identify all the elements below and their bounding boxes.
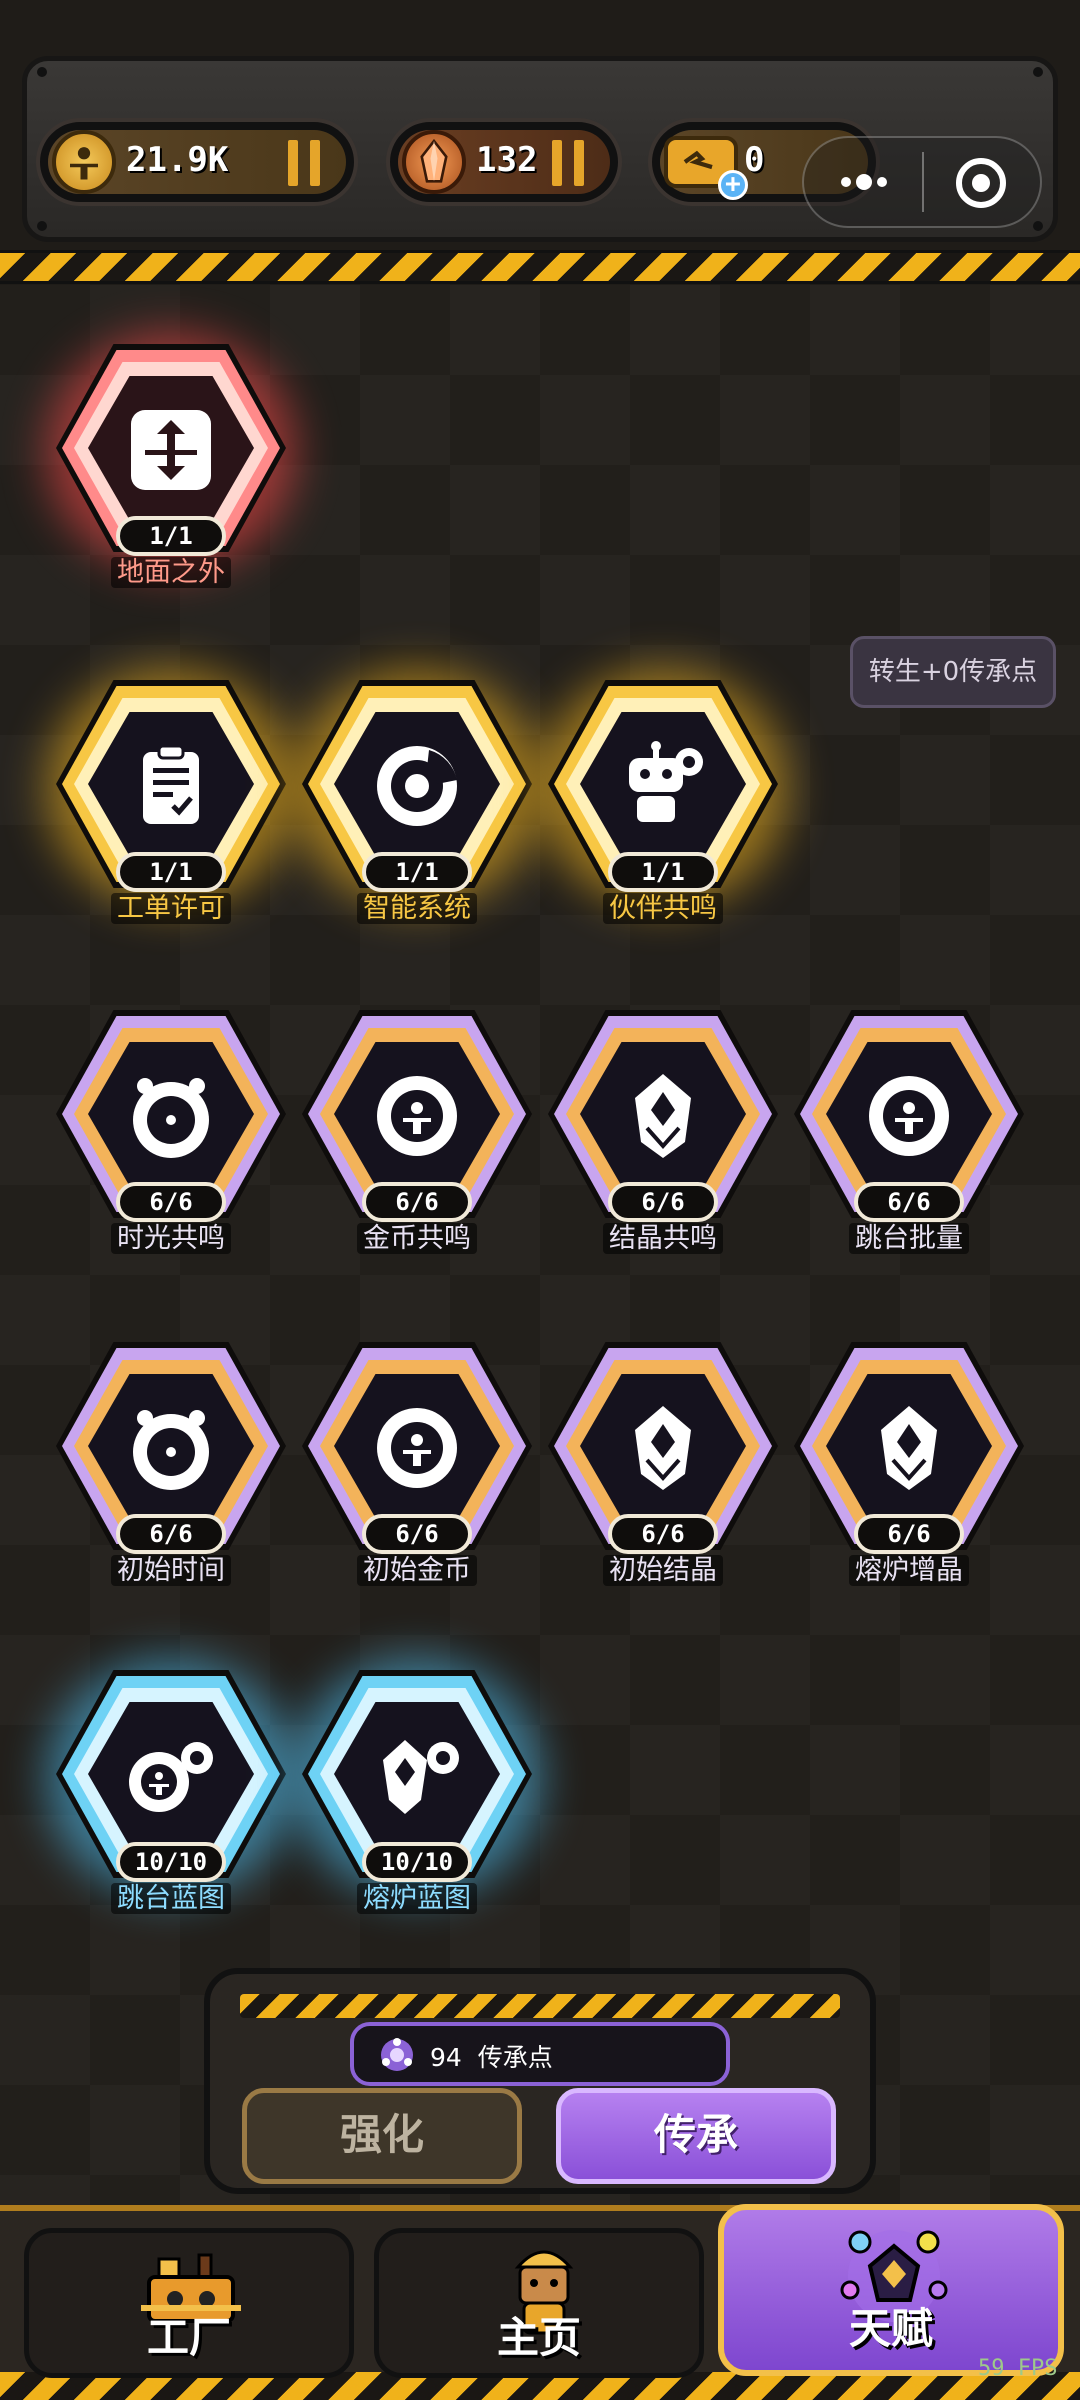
talent-name: 跳台蓝图 [111, 1883, 231, 1914]
talent-name: 地面之外 [111, 557, 231, 588]
nav-home-button[interactable]: 主页 [374, 2228, 704, 2378]
talent-level: 1/1 [116, 516, 226, 556]
talent-level: 6/6 [608, 1514, 718, 1554]
tab-strengthen[interactable]: 强化 [242, 2088, 522, 2184]
crystal-counter[interactable]: 132 [386, 118, 622, 206]
talent-name: 工单许可 [111, 893, 231, 924]
talent-name: 结晶共鸣 [603, 1223, 723, 1254]
talent-node[interactable]: 6/6 跳台批量 [784, 1010, 1034, 1286]
talent-name: 初始结晶 [603, 1555, 723, 1586]
talent-name: 熔炉增晶 [849, 1555, 969, 1586]
talent-node[interactable]: 1/1 智能系统 [292, 668, 542, 956]
talent-node[interactable]: 1/1 工单许可 [46, 668, 296, 956]
smart-ring-icon [371, 740, 463, 832]
talent-name: 金币共鸣 [357, 1223, 477, 1254]
talent-level: 1/1 [608, 852, 718, 892]
crystal-gear-icon [371, 1730, 463, 1822]
tab-inherit[interactable]: 传承 [556, 2088, 836, 2184]
crystal-shield-icon [617, 1402, 709, 1494]
talent-level: 1/1 [116, 852, 226, 892]
nav-talent-button[interactable]: 天赋 [718, 2204, 1064, 2376]
coin-counter[interactable]: 21.9K [36, 118, 358, 206]
talent-level: 6/6 [608, 1182, 718, 1222]
clock-eye-icon [125, 1402, 217, 1494]
nav-home-label: 主页 [496, 2313, 581, 2362]
hazard-stripe-top [0, 250, 1080, 284]
talent-level: 6/6 [362, 1182, 472, 1222]
talent-name: 初始时间 [111, 1555, 231, 1586]
legacy-points-display: 94 传承点 [350, 2022, 730, 2086]
crystal-icon [402, 130, 466, 194]
nav-factory-button[interactable]: 工厂 [24, 2228, 354, 2378]
nav-factory-label: 工厂 [146, 2313, 231, 2362]
talent-level: 6/6 [854, 1182, 964, 1222]
talent-node[interactable]: 6/6 熔炉增晶 [784, 1342, 1034, 1618]
talent-level: 6/6 [116, 1182, 226, 1222]
talent-node[interactable]: 6/6 结晶共鸣 [538, 1010, 788, 1286]
talent-level: 10/10 [116, 1842, 226, 1882]
clipboard-icon [125, 740, 217, 832]
talent-node[interactable]: 10/10 熔炉蓝图 [292, 1658, 542, 1946]
talent-level: 1/1 [362, 852, 472, 892]
coin-value: 21.9K [126, 140, 229, 180]
legacy-orb-icon [378, 2036, 416, 2074]
talent-level: 10/10 [362, 1842, 472, 1882]
talent-node[interactable]: 10/10 跳台蓝图 [46, 1658, 296, 1946]
talent-name: 时光共鸣 [111, 1223, 231, 1254]
crystal-shield-icon [617, 1070, 709, 1162]
rebirth-bonus-label: 转生+0传承点 [850, 636, 1056, 708]
ticket-value: 0 [744, 140, 765, 180]
talent-name: 智能系统 [357, 893, 477, 924]
talent-node[interactable]: 1/1 地面之外 [46, 332, 296, 620]
talent-node[interactable]: 1/1 伙伴共鸣 [538, 668, 788, 956]
talent-level: 6/6 [854, 1514, 964, 1554]
talent-name: 熔炉蓝图 [357, 1883, 477, 1914]
target-circle-icon[interactable] [954, 156, 1008, 210]
crystal-value: 132 [476, 140, 538, 180]
talent-node[interactable]: 6/6 初始结晶 [538, 1342, 788, 1618]
talent-node[interactable]: 6/6 时光共鸣 [46, 1010, 296, 1286]
clock-eye-icon [125, 1070, 217, 1162]
talent-node[interactable]: 6/6 金币共鸣 [292, 1010, 542, 1286]
coin-face-icon [371, 1402, 463, 1494]
coin-face-icon [371, 1070, 463, 1162]
coin-icon [52, 130, 116, 194]
talent-level: 6/6 [362, 1514, 472, 1554]
more-dots-icon[interactable] [834, 164, 894, 200]
legacy-points-label: 传承点 [477, 2043, 553, 2072]
talent-node[interactable]: 6/6 初始金币 [292, 1342, 542, 1618]
talent-level: 6/6 [116, 1514, 226, 1554]
robot-gear-icon [617, 740, 709, 832]
talent-node[interactable]: 6/6 初始时间 [46, 1342, 296, 1618]
talent-name: 初始金币 [357, 1555, 477, 1586]
lift-arrows-icon [125, 404, 217, 496]
fps-counter: 59 FPS [978, 2356, 1058, 2381]
coin-face-icon [863, 1070, 955, 1162]
crystal-shield-icon [863, 1402, 955, 1494]
legacy-points-value: 94 [430, 2043, 462, 2072]
nav-talent-label: 天赋 [848, 2304, 933, 2353]
coin-gear-icon [125, 1730, 217, 1822]
mini-program-capsule [802, 136, 1042, 228]
talent-name: 跳台批量 [849, 1223, 969, 1254]
talent-name: 伙伴共鸣 [603, 893, 723, 924]
